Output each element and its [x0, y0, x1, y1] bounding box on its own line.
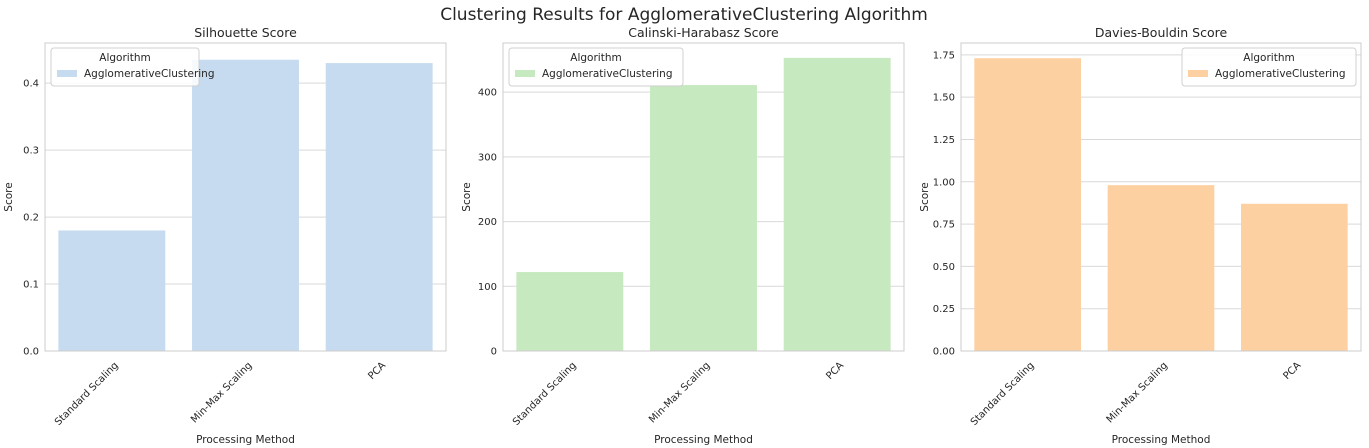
legend-entry: AgglomerativeClustering: [542, 68, 673, 80]
y-tick-label: 0.75: [933, 220, 955, 231]
bar: [1241, 203, 1348, 351]
y-tick-label: 0.0: [23, 347, 39, 358]
legend-swatch: [515, 70, 535, 77]
y-tick-label: 1.00: [933, 177, 955, 188]
legend-title: Algorithm: [1243, 52, 1294, 64]
panel-title: Calinski-Harabasz Score: [628, 25, 779, 40]
x-axis-label: Processing Method: [1112, 434, 1211, 446]
y-tick-label: 1.25: [933, 135, 955, 146]
legend-swatch: [1188, 70, 1208, 77]
chart-panel-3: 0.00 0.25 0.50 0.75 1.00 1.25 1.50 1.75 Standard…: [919, 25, 1362, 446]
bar: [650, 85, 757, 351]
bar: [192, 59, 299, 351]
y-tick-label: 0.25: [933, 304, 955, 315]
x-tick-label: Standard Scaling: [53, 360, 121, 428]
x-axis-label: Processing Method: [196, 434, 295, 446]
chart-panel-2: 0 100 200 300 400 Standard Scaling Min-Max Sca…: [461, 25, 905, 446]
legend-swatch: [57, 70, 77, 77]
panel-title: Davies-Bouldin Score: [1095, 25, 1228, 40]
chart-panel-1: 0.0 0.1 0.2 0.3 0.4 Standard Scaling Min-Max S…: [3, 25, 447, 446]
chart-panels: 0.0 0.1 0.2 0.3 0.4 Standard Scaling Min-Max S…: [3, 25, 1362, 446]
y-tick-label: 0.2: [23, 213, 39, 224]
y-tick-label: 0.50: [933, 262, 955, 273]
y-tick-label: 0.00: [933, 347, 955, 358]
bar: [325, 63, 433, 352]
y-axis-label: Score: [461, 182, 473, 211]
x-tick-label: Min-Max Scaling: [189, 360, 254, 425]
y-tick-label: 200: [478, 217, 497, 228]
x-tick-label: PCA: [824, 360, 846, 382]
y-tick-label: 100: [478, 282, 497, 293]
y-tick-label: 0.1: [23, 280, 39, 291]
y-tick-label: 300: [478, 152, 497, 163]
bar: [974, 58, 1081, 351]
figure: Clustering Results for AgglomerativeClus…: [3, 5, 1362, 446]
panel-title: Silhouette Score: [194, 25, 297, 40]
y-tick-label: 1.75: [933, 50, 955, 61]
y-tick-label: 0: [491, 347, 497, 358]
figure-suptitle: Clustering Results for AgglomerativeClus…: [440, 5, 928, 25]
y-axis-label: Score: [3, 182, 15, 211]
x-axis-label: Processing Method: [654, 434, 753, 446]
legend: Algorithm AgglomerativeClustering: [1181, 47, 1357, 87]
x-tick-label: Standard Scaling: [969, 360, 1037, 428]
legend-title: Algorithm: [99, 52, 150, 64]
bar: [516, 272, 624, 351]
x-tick-label: Standard Scaling: [511, 360, 579, 428]
y-tick-label: 0.3: [23, 146, 39, 157]
x-tick-label: PCA: [366, 360, 388, 382]
legend: Algorithm AgglomerativeClustering: [50, 47, 215, 87]
x-tick-label: Min-Max Scaling: [1105, 360, 1170, 425]
legend: Algorithm AgglomerativeClustering: [508, 47, 684, 87]
legend-title: Algorithm: [570, 52, 621, 64]
bar: [783, 57, 891, 351]
y-tick-label: 0.4: [23, 79, 39, 90]
x-tick-label: PCA: [1281, 360, 1303, 382]
bar: [1107, 185, 1215, 351]
y-axis-label: Score: [919, 182, 931, 211]
y-tick-label: 1.50: [933, 93, 955, 104]
y-tick-label: 400: [478, 88, 497, 99]
bar: [58, 230, 166, 351]
legend-entry: AgglomerativeClustering: [84, 68, 215, 80]
legend-entry: AgglomerativeClustering: [1215, 68, 1346, 80]
x-tick-label: Min-Max Scaling: [647, 360, 712, 425]
